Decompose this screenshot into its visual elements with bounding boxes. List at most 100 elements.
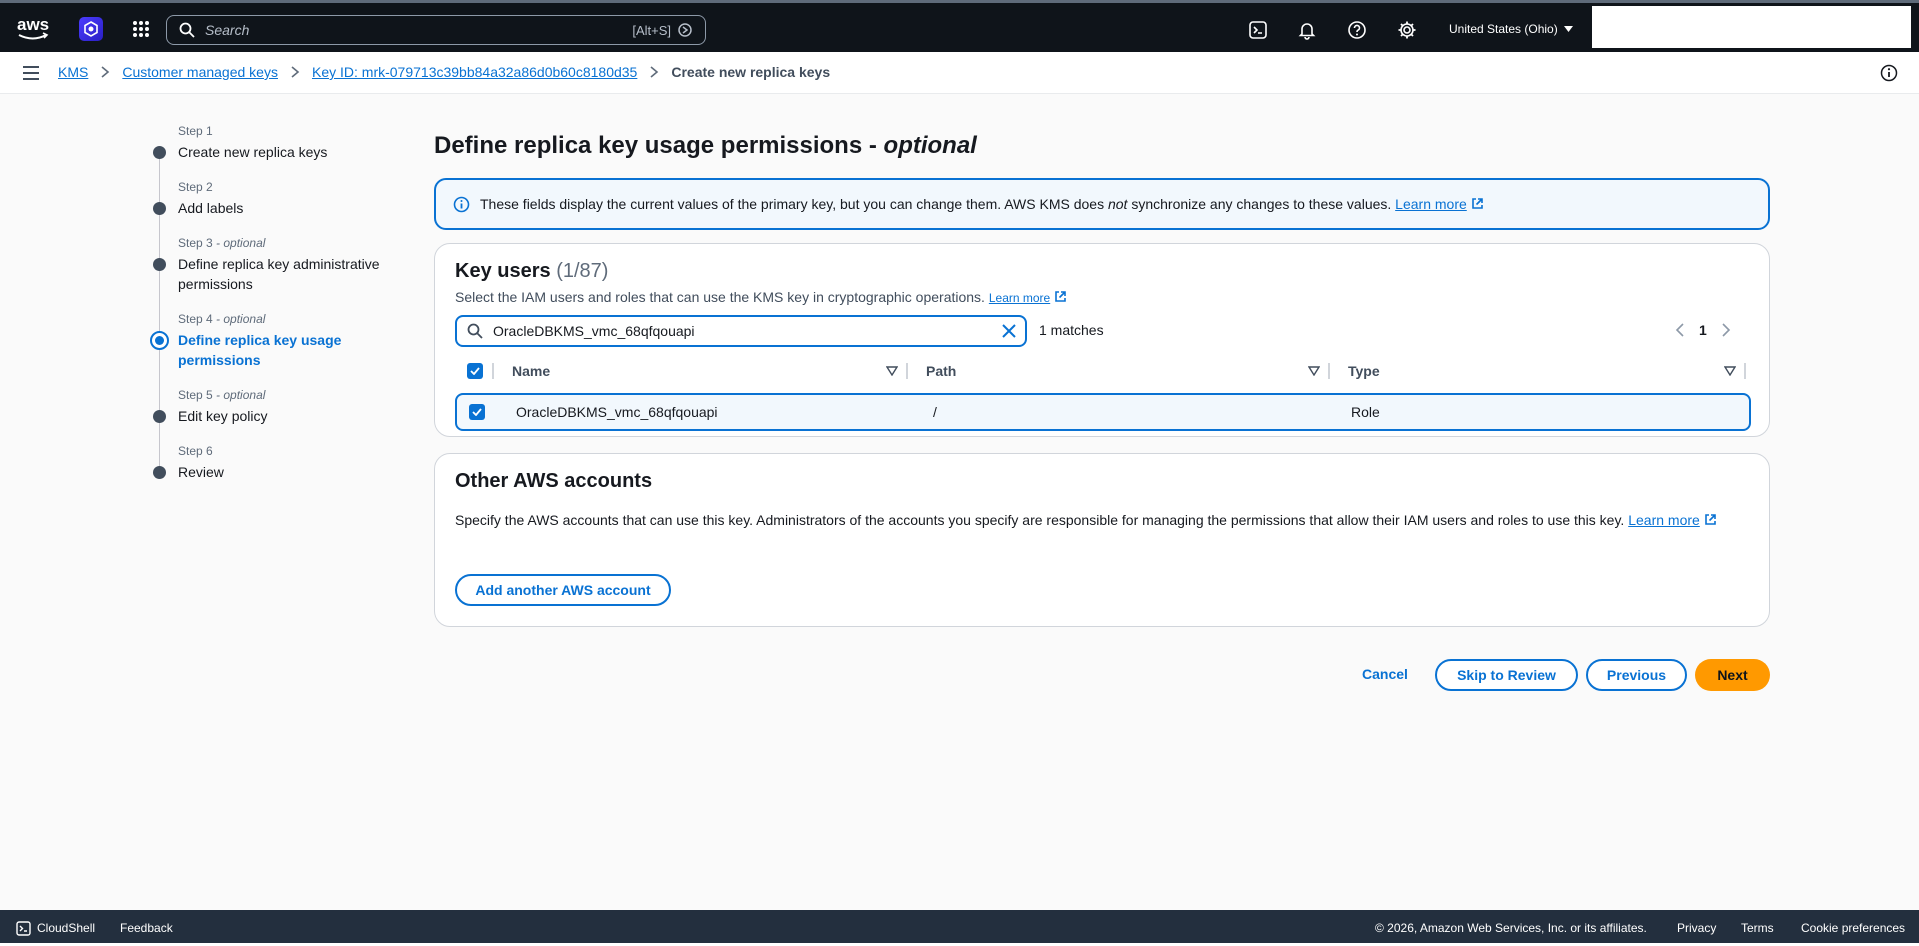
- search-icon: [179, 22, 195, 38]
- sort-icon[interactable]: [1308, 366, 1320, 376]
- cell-path: /: [933, 404, 937, 420]
- column-header-path[interactable]: Path: [926, 363, 1308, 379]
- sort-icon[interactable]: [1724, 366, 1736, 376]
- page-title: Define replica key usage permissions - o…: [434, 132, 977, 159]
- breadcrumb: KMS Customer managed keys Key ID: mrk-07…: [58, 64, 830, 80]
- cloudshell-link[interactable]: CloudShell: [37, 921, 95, 935]
- cell-name: OracleDBKMS_vmc_68qfqouapi: [516, 404, 718, 420]
- select-all-checkbox[interactable]: [467, 363, 483, 379]
- step-indicator: [153, 466, 166, 479]
- table-header: Name Path Type: [455, 357, 1751, 385]
- key-users-panel: Key users (1/87) Select the IAM users an…: [434, 243, 1770, 437]
- step-indicator: [153, 202, 166, 215]
- step-label: Step 6: [178, 444, 213, 458]
- caret-down-icon: [1563, 26, 1573, 32]
- pagination: 1: [1675, 322, 1731, 338]
- matches-count: 1 matches: [1039, 322, 1104, 338]
- chevron-right-icon: [101, 66, 110, 78]
- step-label: Step 3 - optional: [178, 236, 266, 250]
- step-indicator-active: [150, 331, 169, 350]
- column-header-type[interactable]: Type: [1348, 363, 1724, 379]
- filter-value: OracleDBKMS_vmc_68qfqouapi: [493, 323, 695, 339]
- search-icon: [467, 323, 483, 339]
- other-accounts-description: Specify the AWS accounts that can use th…: [455, 512, 1717, 528]
- region-label: United States (Ohio): [1449, 22, 1558, 36]
- external-link-icon: [1055, 291, 1067, 302]
- key-users-filter-input[interactable]: OracleDBKMS_vmc_68qfqouapi: [455, 315, 1027, 347]
- table-row[interactable]: OracleDBKMS_vmc_68qfqouapi / Role: [455, 393, 1751, 431]
- cloudshell-icon: [16, 921, 31, 936]
- service-icon[interactable]: [79, 17, 103, 41]
- menu-icon[interactable]: [22, 65, 40, 81]
- other-accounts-title: Other AWS accounts: [455, 470, 653, 492]
- step-title: Create new replica keys: [178, 144, 328, 160]
- chevron-right-icon[interactable]: [1721, 323, 1731, 337]
- other-accounts-learn-more-link[interactable]: Learn more: [1628, 512, 1717, 528]
- search-input[interactable]: Search [Alt+S]: [166, 15, 706, 45]
- top-navigation: aws Search [Alt+S] United States (Ohio): [0, 0, 1919, 52]
- chevron-left-icon[interactable]: [1675, 323, 1685, 337]
- chevron-right-icon: [650, 66, 659, 78]
- step-label: Step 2: [178, 180, 213, 194]
- external-link-icon: [1705, 514, 1716, 525]
- column-separator: [1328, 363, 1330, 379]
- step-indicator: [153, 258, 166, 271]
- cloudshell-icon[interactable]: [1248, 20, 1268, 40]
- aws-logo[interactable]: aws: [16, 13, 50, 43]
- bell-icon[interactable]: [1297, 20, 1317, 40]
- key-users-learn-more-link[interactable]: Learn more: [989, 291, 1067, 305]
- info-icon[interactable]: [1880, 64, 1898, 82]
- alert-text: These fields display the current values …: [480, 196, 1484, 212]
- info-icon: [453, 196, 470, 212]
- search-shortcut: [Alt+S]: [632, 22, 671, 38]
- feedback-link[interactable]: Feedback: [120, 921, 173, 935]
- info-alert: These fields display the current values …: [434, 178, 1770, 230]
- step-title: Add labels: [178, 200, 244, 216]
- alert-learn-more-link[interactable]: Learn more: [1395, 196, 1484, 212]
- copyright-text: © 2026, Amazon Web Services, Inc. or its…: [1375, 921, 1647, 935]
- svg-text:aws: aws: [17, 15, 49, 34]
- footer: CloudShell Feedback © 2026, Amazon Web S…: [0, 910, 1919, 946]
- add-aws-account-button[interactable]: Add another AWS account: [455, 574, 671, 606]
- region-selector[interactable]: United States (Ohio): [1449, 22, 1573, 36]
- column-separator: [1744, 363, 1746, 379]
- step-title: Define replica key administrative permis…: [178, 256, 380, 292]
- clear-icon[interactable]: [1001, 323, 1017, 339]
- cancel-button[interactable]: Cancel: [1362, 666, 1408, 682]
- cookie-preferences-link[interactable]: Cookie preferences: [1801, 921, 1905, 935]
- previous-button[interactable]: Previous: [1586, 659, 1687, 691]
- shortcut-icon: [678, 23, 692, 37]
- skip-to-review-button[interactable]: Skip to Review: [1435, 659, 1578, 691]
- key-users-description: Select the IAM users and roles that can …: [455, 289, 1067, 305]
- steps-connector: [159, 152, 160, 474]
- chevron-right-icon: [291, 66, 300, 78]
- cell-type: Role: [1351, 404, 1380, 420]
- services-grid-icon[interactable]: [132, 20, 150, 38]
- step-title: Edit key policy: [178, 408, 268, 424]
- column-separator: [492, 363, 494, 379]
- page-number[interactable]: 1: [1699, 322, 1707, 338]
- key-users-title: Key users (1/87): [455, 260, 609, 282]
- check-icon: [470, 367, 480, 375]
- breadcrumb-customer-managed-keys[interactable]: Customer managed keys: [122, 64, 278, 80]
- step-label: Step 5 - optional: [178, 388, 266, 402]
- step-indicator: [153, 146, 166, 159]
- step-label: Step 1: [178, 124, 213, 138]
- search-placeholder: Search: [205, 22, 250, 38]
- privacy-link[interactable]: Privacy: [1677, 921, 1716, 935]
- column-header-name[interactable]: Name: [512, 363, 886, 379]
- breadcrumb-current: Create new replica keys: [671, 64, 831, 80]
- help-icon[interactable]: [1347, 20, 1367, 40]
- breadcrumb-kms[interactable]: KMS: [58, 64, 88, 80]
- column-separator: [906, 363, 908, 379]
- step-label: Step 4 - optional: [178, 312, 266, 326]
- breadcrumb-key-id[interactable]: Key ID: mrk-079713c39bb84a32a86d0b60c818…: [312, 64, 637, 80]
- account-menu[interactable]: [1592, 6, 1911, 48]
- gear-icon[interactable]: [1397, 20, 1417, 40]
- step-indicator: [153, 410, 166, 423]
- breadcrumb-bar: KMS Customer managed keys Key ID: mrk-07…: [0, 52, 1919, 94]
- row-checkbox[interactable]: [469, 404, 485, 420]
- sort-icon[interactable]: [886, 366, 898, 376]
- next-button[interactable]: Next: [1695, 659, 1770, 691]
- terms-link[interactable]: Terms: [1741, 921, 1774, 935]
